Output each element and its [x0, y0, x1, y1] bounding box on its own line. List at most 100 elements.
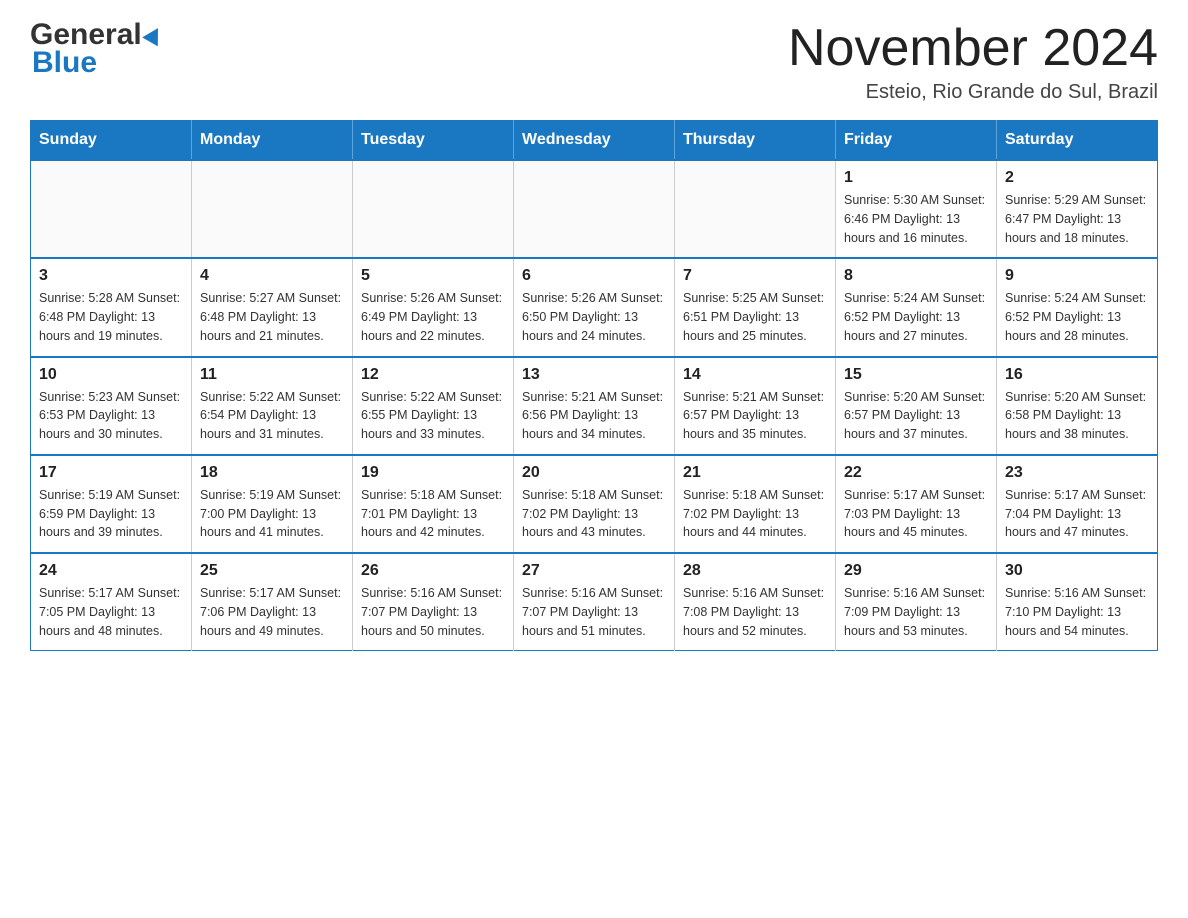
- calendar-cell: 30 Sunrise: 5:16 AM Sunset: 7:10 PM Dayli…: [997, 553, 1158, 651]
- calendar-cell: 15 Sunrise: 5:20 AM Sunset: 6:57 PM Dayli…: [836, 357, 997, 455]
- day-info: Sunrise: 5:21 AM Sunset: 6:56 PM Dayligh…: [522, 388, 666, 444]
- day-number: 8: [844, 267, 988, 285]
- calendar-header-row: SundayMondayTuesdayWednesdayThursdayFrid…: [31, 121, 1158, 161]
- day-number: 14: [683, 366, 827, 384]
- logo: General Blue: [30, 20, 163, 80]
- day-info: Sunrise: 5:28 AM Sunset: 6:48 PM Dayligh…: [39, 289, 183, 345]
- calendar-cell: 1Sunrise: 5:30 AM Sunset: 6:46 PM Daylig…: [836, 160, 997, 258]
- calendar-cell: [675, 160, 836, 258]
- calendar-cell: 17 Sunrise: 5:19 AM Sunset: 6:59 PM Dayli…: [31, 455, 192, 553]
- day-number: 1: [844, 169, 988, 187]
- day-number: 21: [683, 464, 827, 482]
- day-number: 13: [522, 366, 666, 384]
- day-info: Sunrise: 5:16 AM Sunset: 7:07 PM Dayligh…: [522, 584, 666, 640]
- calendar-cell: 9 Sunrise: 5:24 AM Sunset: 6:52 PM Daylig…: [997, 258, 1158, 356]
- calendar-cell: 21 Sunrise: 5:18 AM Sunset: 7:02 PM Dayli…: [675, 455, 836, 553]
- day-info: Sunrise: 5:16 AM Sunset: 7:09 PM Dayligh…: [844, 584, 988, 640]
- day-number: 12: [361, 366, 505, 384]
- day-info: Sunrise: 5:16 AM Sunset: 7:07 PM Dayligh…: [361, 584, 505, 640]
- calendar-cell: 27Sunrise: 5:16 AM Sunset: 7:07 PM Dayli…: [514, 553, 675, 651]
- calendar-week-row: 3 Sunrise: 5:28 AM Sunset: 6:48 PM Daylig…: [31, 258, 1158, 356]
- day-info: Sunrise: 5:20 AM Sunset: 6:58 PM Dayligh…: [1005, 388, 1149, 444]
- day-info: Sunrise: 5:16 AM Sunset: 7:08 PM Dayligh…: [683, 584, 827, 640]
- day-info: Sunrise: 5:26 AM Sunset: 6:49 PM Dayligh…: [361, 289, 505, 345]
- day-of-week-header: Wednesday: [514, 121, 675, 161]
- day-info: Sunrise: 5:24 AM Sunset: 6:52 PM Dayligh…: [844, 289, 988, 345]
- calendar-cell: [31, 160, 192, 258]
- day-info: Sunrise: 5:23 AM Sunset: 6:53 PM Dayligh…: [39, 388, 183, 444]
- day-number: 11: [200, 366, 344, 384]
- day-number: 29: [844, 562, 988, 580]
- day-of-week-header: Thursday: [675, 121, 836, 161]
- day-number: 2: [1005, 169, 1149, 187]
- calendar-cell: 13 Sunrise: 5:21 AM Sunset: 6:56 PM Dayli…: [514, 357, 675, 455]
- day-number: 26: [361, 562, 505, 580]
- calendar-cell: 14Sunrise: 5:21 AM Sunset: 6:57 PM Dayli…: [675, 357, 836, 455]
- logo-triangle-icon: [142, 24, 166, 47]
- calendar-cell: 6 Sunrise: 5:26 AM Sunset: 6:50 PM Daylig…: [514, 258, 675, 356]
- day-info: Sunrise: 5:22 AM Sunset: 6:54 PM Dayligh…: [200, 388, 344, 444]
- day-number: 23: [1005, 464, 1149, 482]
- title-area: November 2024 Esteio, Rio Grande do Sul,…: [788, 20, 1158, 104]
- day-info: Sunrise: 5:17 AM Sunset: 7:04 PM Dayligh…: [1005, 486, 1149, 542]
- day-of-week-header: Tuesday: [353, 121, 514, 161]
- calendar-cell: 29 Sunrise: 5:16 AM Sunset: 7:09 PM Dayli…: [836, 553, 997, 651]
- day-number: 22: [844, 464, 988, 482]
- day-of-week-header: Sunday: [31, 121, 192, 161]
- calendar-cell: 16 Sunrise: 5:20 AM Sunset: 6:58 PM Dayli…: [997, 357, 1158, 455]
- day-of-week-header: Friday: [836, 121, 997, 161]
- day-number: 4: [200, 267, 344, 285]
- page-header: General Blue November 2024 Esteio, Rio G…: [30, 20, 1158, 104]
- calendar-cell: 12 Sunrise: 5:22 AM Sunset: 6:55 PM Dayli…: [353, 357, 514, 455]
- day-number: 28: [683, 562, 827, 580]
- calendar-cell: 18 Sunrise: 5:19 AM Sunset: 7:00 PM Dayli…: [192, 455, 353, 553]
- day-info: Sunrise: 5:18 AM Sunset: 7:02 PM Dayligh…: [683, 486, 827, 542]
- day-number: 3: [39, 267, 183, 285]
- calendar-cell: 2Sunrise: 5:29 AM Sunset: 6:47 PM Daylig…: [997, 160, 1158, 258]
- day-info: Sunrise: 5:20 AM Sunset: 6:57 PM Dayligh…: [844, 388, 988, 444]
- calendar-title: November 2024: [788, 20, 1158, 77]
- day-number: 25: [200, 562, 344, 580]
- day-number: 7: [683, 267, 827, 285]
- calendar-cell: 19Sunrise: 5:18 AM Sunset: 7:01 PM Dayli…: [353, 455, 514, 553]
- day-info: Sunrise: 5:26 AM Sunset: 6:50 PM Dayligh…: [522, 289, 666, 345]
- day-of-week-header: Saturday: [997, 121, 1158, 161]
- day-info: Sunrise: 5:18 AM Sunset: 7:01 PM Dayligh…: [361, 486, 505, 542]
- day-number: 5: [361, 267, 505, 285]
- calendar-week-row: 24Sunrise: 5:17 AM Sunset: 7:05 PM Dayli…: [31, 553, 1158, 651]
- day-info: Sunrise: 5:25 AM Sunset: 6:51 PM Dayligh…: [683, 289, 827, 345]
- day-of-week-header: Monday: [192, 121, 353, 161]
- day-number: 30: [1005, 562, 1149, 580]
- calendar-cell: [192, 160, 353, 258]
- calendar-cell: [353, 160, 514, 258]
- day-info: Sunrise: 5:17 AM Sunset: 7:05 PM Dayligh…: [39, 584, 183, 640]
- day-info: Sunrise: 5:19 AM Sunset: 6:59 PM Dayligh…: [39, 486, 183, 542]
- day-info: Sunrise: 5:24 AM Sunset: 6:52 PM Dayligh…: [1005, 289, 1149, 345]
- day-number: 15: [844, 366, 988, 384]
- calendar-table: SundayMondayTuesdayWednesdayThursdayFrid…: [30, 120, 1158, 651]
- day-info: Sunrise: 5:17 AM Sunset: 7:06 PM Dayligh…: [200, 584, 344, 640]
- day-number: 6: [522, 267, 666, 285]
- logo-blue-text: Blue: [30, 46, 163, 80]
- day-info: Sunrise: 5:22 AM Sunset: 6:55 PM Dayligh…: [361, 388, 505, 444]
- calendar-subtitle: Esteio, Rio Grande do Sul, Brazil: [788, 81, 1158, 104]
- calendar-cell: 22 Sunrise: 5:17 AM Sunset: 7:03 PM Dayli…: [836, 455, 997, 553]
- day-info: Sunrise: 5:19 AM Sunset: 7:00 PM Dayligh…: [200, 486, 344, 542]
- calendar-cell: 5 Sunrise: 5:26 AM Sunset: 6:49 PM Daylig…: [353, 258, 514, 356]
- day-number: 18: [200, 464, 344, 482]
- day-number: 17: [39, 464, 183, 482]
- calendar-cell: 3 Sunrise: 5:28 AM Sunset: 6:48 PM Daylig…: [31, 258, 192, 356]
- day-info: Sunrise: 5:27 AM Sunset: 6:48 PM Dayligh…: [200, 289, 344, 345]
- calendar-cell: 11 Sunrise: 5:22 AM Sunset: 6:54 PM Dayli…: [192, 357, 353, 455]
- calendar-cell: 8 Sunrise: 5:24 AM Sunset: 6:52 PM Daylig…: [836, 258, 997, 356]
- calendar-cell: 24Sunrise: 5:17 AM Sunset: 7:05 PM Dayli…: [31, 553, 192, 651]
- day-info: Sunrise: 5:17 AM Sunset: 7:03 PM Dayligh…: [844, 486, 988, 542]
- calendar-cell: 7 Sunrise: 5:25 AM Sunset: 6:51 PM Daylig…: [675, 258, 836, 356]
- calendar-cell: 20Sunrise: 5:18 AM Sunset: 7:02 PM Dayli…: [514, 455, 675, 553]
- day-number: 16: [1005, 366, 1149, 384]
- day-number: 20: [522, 464, 666, 482]
- calendar-week-row: 10Sunrise: 5:23 AM Sunset: 6:53 PM Dayli…: [31, 357, 1158, 455]
- day-number: 9: [1005, 267, 1149, 285]
- calendar-cell: 26 Sunrise: 5:16 AM Sunset: 7:07 PM Dayli…: [353, 553, 514, 651]
- day-info: Sunrise: 5:16 AM Sunset: 7:10 PM Dayligh…: [1005, 584, 1149, 640]
